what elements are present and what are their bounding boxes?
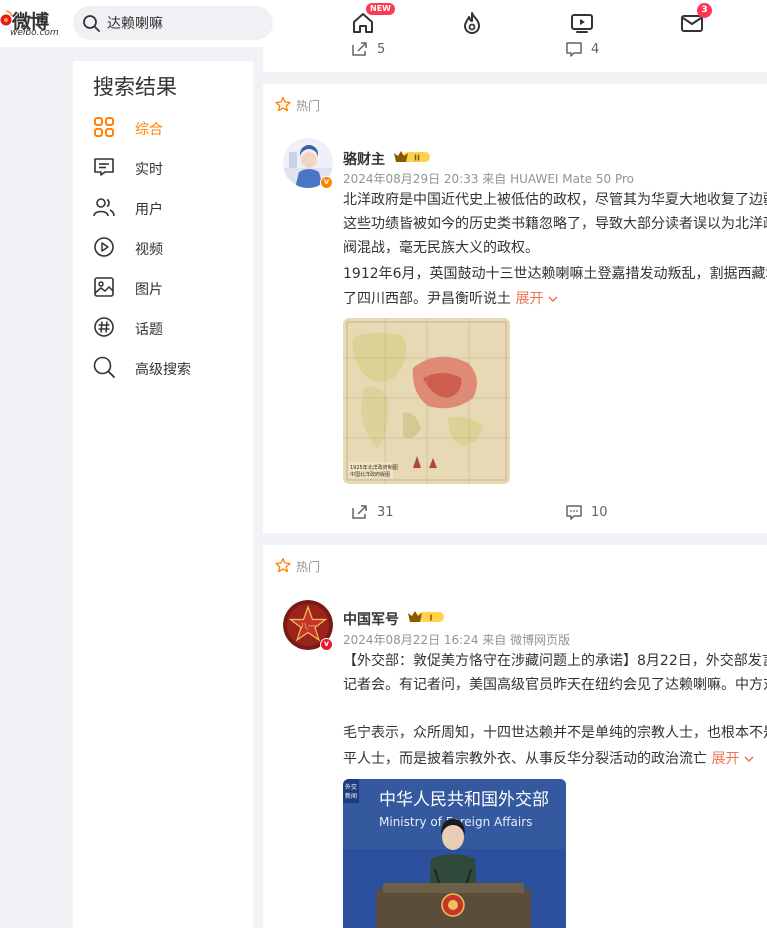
sidebar-item-advanced-search[interactable]: 高级搜索 bbox=[93, 356, 243, 380]
photo-tag: 外交 bbox=[345, 783, 357, 791]
post-text-line: 平人士，而是披着宗教外衣、从事反华分裂活动的政治流亡 展开 bbox=[343, 747, 767, 771]
nav-video[interactable] bbox=[567, 8, 597, 38]
expand-label: 展开 bbox=[711, 751, 740, 767]
post-text-line: 【外交部：敦促美方恪守在涉藏问题上的承诺】8月22日，外交部发言 bbox=[343, 653, 767, 669]
post-meta: 2024年08月22日 16:24 来自 微博网页版 bbox=[343, 633, 571, 647]
users-icon bbox=[93, 198, 115, 217]
post-text-line: 记者会。有记者问，美国高级官员昨天在纽约会见了达赖喇嘛。中方对 bbox=[343, 677, 767, 693]
hot-text: 热门 bbox=[296, 560, 321, 574]
search-icon bbox=[83, 15, 100, 32]
post-text-line: 毛宁表示，众所周知，十四世达赖并不是单纯的宗教人士，也根本不是 bbox=[343, 725, 767, 741]
star-icon bbox=[275, 96, 291, 112]
grid-icon bbox=[94, 117, 114, 137]
post-image-map[interactable]: 1925年北洋政府制图 中国北洋政府版图 bbox=[343, 318, 510, 484]
vip-level: I bbox=[430, 614, 433, 623]
map-caption: 中国北洋政府版图 bbox=[350, 471, 390, 478]
top-bar: 微博 weibo.com NEW 3 bbox=[0, 0, 767, 47]
post-text-line: 这些功绩皆被如今的历史类书籍忽略了，导致大部分读者误以为北洋政 bbox=[343, 216, 767, 232]
photo-title: 中华人民共和国外交部 bbox=[379, 790, 549, 810]
vip-level: II bbox=[414, 154, 420, 163]
author-name[interactable]: 骆财主 bbox=[343, 149, 385, 169]
message-count-badge: 3 bbox=[697, 3, 712, 18]
sidebar-item-label: 实时 bbox=[135, 162, 163, 178]
press-conference-photo: 外交 新闻 中华人民共和国外交部 Ministry of Foreign Aff… bbox=[343, 779, 566, 928]
star-icon bbox=[275, 557, 291, 573]
repost-icon bbox=[352, 505, 367, 519]
new-badge: NEW bbox=[366, 3, 395, 15]
post-text-line: 了四川西部。尹昌衡听说土 展开 bbox=[343, 287, 767, 311]
expand-link[interactable]: 展开 bbox=[711, 751, 754, 767]
sidebar-item-label: 图片 bbox=[135, 282, 163, 298]
post-image-press[interactable]: 外交 新闻 中华人民共和国外交部 Ministry of Foreign Aff… bbox=[343, 779, 566, 928]
expand-label: 展开 bbox=[515, 291, 544, 307]
video-play-icon bbox=[94, 237, 114, 257]
weibo-eye-icon bbox=[0, 10, 12, 26]
sidebar-item-label: 用户 bbox=[135, 202, 163, 218]
historical-map-image: 1925年北洋政府制图 中国北洋政府版图 bbox=[343, 318, 510, 484]
search-icon bbox=[93, 356, 115, 378]
sidebar-item-users[interactable]: 用户 bbox=[93, 196, 243, 220]
sidebar-item-label: 视频 bbox=[135, 242, 163, 258]
sidebar-item-realtime[interactable]: 实时 bbox=[93, 156, 243, 180]
post-card: 热门 八一 v 中国军号 I 2024年08月22日 16:24 来自 微博网页… bbox=[263, 545, 767, 928]
comment-count: 10 bbox=[591, 505, 608, 520]
svg-text:八一: 八一 bbox=[300, 622, 316, 631]
repost-count: 5 bbox=[377, 42, 386, 57]
post-text-line: 阀混战，毫无民族大义的政权。 bbox=[343, 240, 539, 256]
post-card-previous: 5 4 bbox=[263, 42, 767, 72]
search-input[interactable] bbox=[107, 13, 257, 33]
sidebar-item-label: 话题 bbox=[135, 322, 163, 338]
sidebar-item-label: 综合 bbox=[135, 122, 163, 138]
sidebar-title: 搜索结果 bbox=[93, 75, 177, 99]
repost-count: 31 bbox=[377, 505, 394, 520]
sidebar-item-video[interactable]: 视频 bbox=[93, 236, 243, 260]
sidebar-item-images[interactable]: 图片 bbox=[93, 276, 243, 300]
verified-badge: v bbox=[320, 176, 333, 189]
nav-messages[interactable]: 3 bbox=[677, 3, 712, 38]
video-icon bbox=[571, 14, 593, 33]
expand-link[interactable]: 展开 bbox=[515, 291, 558, 307]
hot-text: 热门 bbox=[296, 99, 321, 113]
comment-icon bbox=[566, 505, 582, 520]
chevron-down-icon bbox=[548, 296, 558, 303]
fire-icon bbox=[464, 12, 480, 34]
photo-tag: 新闻 bbox=[345, 792, 357, 800]
verified-badge: v bbox=[320, 638, 333, 651]
chevron-down-icon bbox=[744, 756, 754, 763]
comment-count: 4 bbox=[591, 42, 600, 57]
post-meta: 2024年08月29日 20:33 来自 HUAWEI Mate 50 Pro bbox=[343, 172, 634, 186]
comment-icon bbox=[566, 42, 582, 57]
post-text-line: 1912年6月，英国鼓动十三世达赖喇嘛土登嘉措发动叛乱，割据西藏地 bbox=[343, 266, 767, 282]
image-icon bbox=[94, 277, 114, 297]
post-text-line: 北洋政府是中国近代史上被低估的政权，尽管其为华夏大地收复了边疆 bbox=[343, 192, 767, 208]
weibo-logo[interactable]: 微博 weibo.com bbox=[0, 6, 62, 38]
sidebar-item-comprehensive[interactable]: 综合 bbox=[93, 116, 243, 140]
sidebar: 搜索结果 综合 实时 用户 视频 图片 话题 高级搜索 bbox=[73, 61, 253, 928]
sidebar-item-topics[interactable]: 话题 bbox=[93, 316, 243, 340]
author-name[interactable]: 中国军号 bbox=[343, 609, 399, 629]
vip-crown-icon: II bbox=[394, 151, 430, 163]
search-box[interactable] bbox=[73, 6, 273, 40]
brand-domain: weibo.com bbox=[10, 28, 59, 38]
topic-icon bbox=[94, 317, 114, 337]
sidebar-item-label: 高级搜索 bbox=[135, 362, 191, 378]
realtime-icon bbox=[94, 158, 114, 176]
post-text-tail: 了四川西部。尹昌衡听说土 bbox=[343, 291, 511, 307]
nav-home[interactable]: NEW bbox=[348, 3, 395, 38]
vip-crown-icon: I bbox=[408, 611, 444, 623]
post-text-tail: 平人士，而是披着宗教外衣、从事反华分裂活动的政治流亡 bbox=[343, 751, 707, 767]
post-card: 热门 v 骆财主 II 2024年08月29日 20:33 来自 HUAWEI … bbox=[263, 84, 767, 533]
nav-hot[interactable] bbox=[457, 8, 487, 38]
map-caption: 1925年北洋政府制图 bbox=[350, 464, 398, 471]
repost-icon bbox=[352, 42, 367, 56]
